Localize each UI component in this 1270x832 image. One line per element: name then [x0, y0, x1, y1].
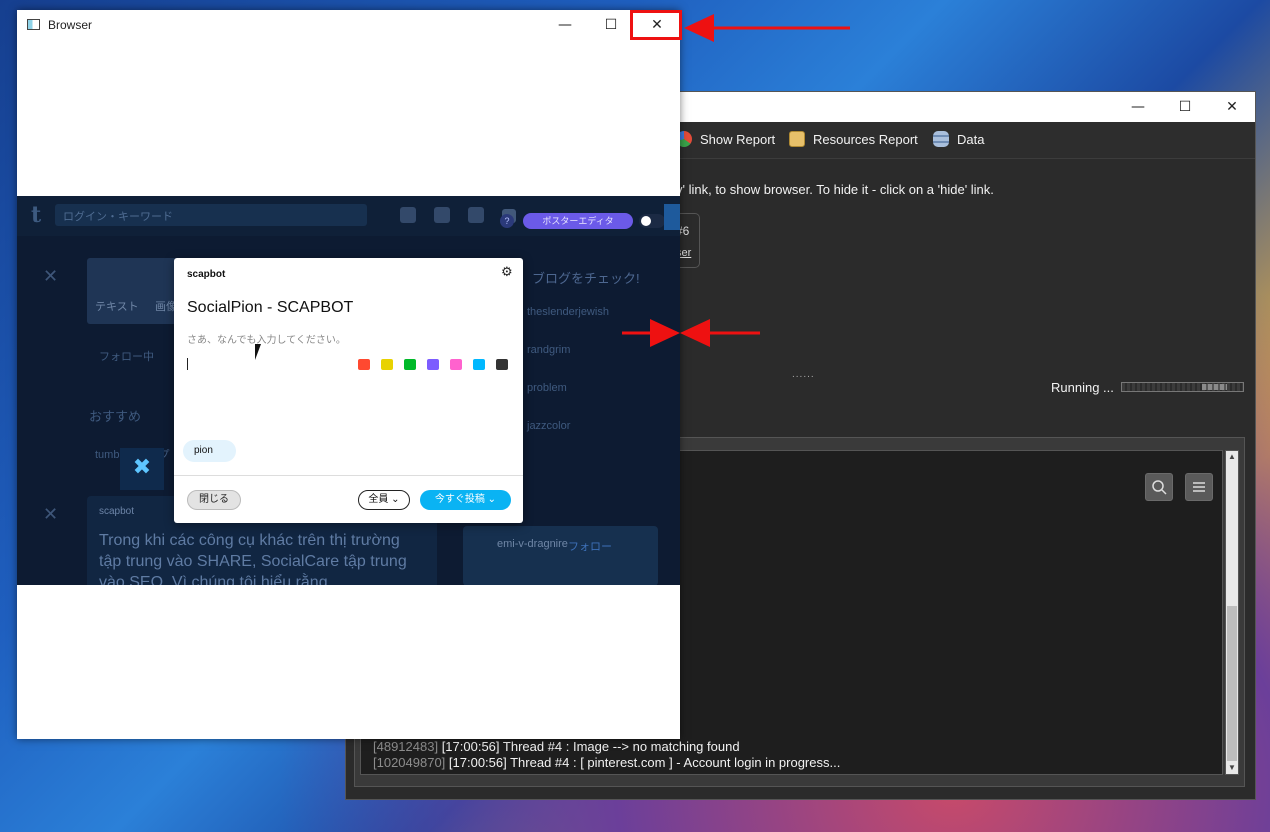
compose-dialog: scapbot ⚙ SocialPion - SCAPBOT さあ、なんでも入力…: [174, 258, 523, 523]
search-icon[interactable]: [1145, 473, 1173, 501]
divider-icon[interactable]: [496, 359, 508, 370]
audience-select[interactable]: 全員 ⌄: [358, 490, 410, 510]
resources-report-label: Resources Report: [813, 131, 918, 147]
scrollbar-thumb[interactable]: [1227, 606, 1237, 761]
log-line-id: [48912483]: [373, 739, 439, 754]
scroll-down-icon[interactable]: ▼: [1227, 763, 1237, 773]
inbox-icon[interactable]: [468, 207, 484, 223]
mouse-pointer-icon: [255, 344, 267, 360]
show-report-label: Show Report: [700, 131, 776, 147]
post-editor-pill[interactable]: ポスターエディタ: [523, 213, 633, 229]
link-icon[interactable]: [404, 359, 416, 370]
data-button[interactable]: Data: [933, 131, 984, 147]
theme-toggle[interactable]: [639, 214, 665, 228]
text-post-chip[interactable]: テキスト: [95, 298, 139, 314]
info-text: v' link, to show browser. To hide it - c…: [676, 182, 994, 197]
log-line: [48912483] [17:00:56] Thread #4 : Image …: [373, 739, 740, 754]
side-blog-1[interactable]: theslenderjewish: [527, 306, 609, 318]
minimize-icon[interactable]: —: [1115, 92, 1161, 122]
compose-title[interactable]: SocialPion - SCAPBOT: [187, 299, 353, 317]
video-icon[interactable]: [450, 359, 462, 370]
gif-icon[interactable]: [381, 359, 393, 370]
tumblr-page: t ログイン・キーワード ? ポスターエディタ ✕ ✕ テキスト 画像 フォロー…: [17, 196, 680, 585]
post-avatar-icon: ✕: [43, 504, 59, 525]
close-button-highlight: [630, 10, 682, 40]
card-username[interactable]: emi-v-dragnire: [497, 538, 568, 550]
post-now-button[interactable]: 今すぐ投稿 ⌄: [420, 490, 511, 510]
compose-blog-name[interactable]: scapbot: [187, 269, 225, 280]
log-line-id: [102049870]: [373, 755, 446, 770]
home-icon[interactable]: [400, 207, 416, 223]
card-follow-link[interactable]: フォロー: [568, 538, 612, 554]
log-line: [102049870] [17:00:56] Thread #4 : [ pin…: [373, 755, 840, 770]
text-caret: [187, 358, 188, 370]
data-label: Data: [957, 131, 985, 147]
check-blogs-heading: ブログをチェック!: [532, 271, 640, 286]
browser-window: Browser — ☐ ✕ t ログイン・キーワード ? ポスターエディタ ✕ …: [17, 10, 682, 739]
progress-bar: [1121, 382, 1244, 392]
compose-close-button[interactable]: 閉じる: [187, 490, 241, 510]
tag-chip[interactable]: pion: [183, 440, 236, 462]
side-blog-4[interactable]: jazzcolor: [527, 420, 570, 432]
browser-app-icon: [27, 19, 40, 30]
side-card[interactable]: emi-v-dragnire フォロー: [463, 526, 658, 585]
gear-icon[interactable]: ⚙: [501, 265, 513, 280]
tumblr-search-input[interactable]: ログイン・キーワード: [55, 204, 367, 226]
side-blog-2[interactable]: randgrim: [527, 344, 570, 356]
database-icon: [933, 131, 949, 147]
browser-title: Browser: [48, 18, 93, 32]
recommended-heading: おすすめ: [89, 409, 142, 424]
notebook-icon: [789, 131, 805, 147]
close-icon[interactable]: ✕: [1209, 92, 1255, 122]
log-line-text: [17:00:56] Thread #4 : [ pinterest.com ]…: [445, 755, 841, 770]
explore-icon[interactable]: [434, 207, 450, 223]
scapbot-logo: ✖: [120, 448, 164, 490]
tumblr-logo[interactable]: t: [31, 202, 41, 228]
log-scrollbar[interactable]: ▲ ▼: [1225, 450, 1239, 775]
help-icon[interactable]: ?: [500, 214, 514, 228]
arrow-to-close-button: [684, 14, 850, 42]
arrow-browser-edge: [622, 319, 760, 347]
maximize-icon[interactable]: ☐: [1162, 92, 1208, 122]
list-icon[interactable]: [473, 359, 485, 370]
running-status: Running ...: [1051, 380, 1114, 395]
post-type-box[interactable]: [87, 258, 177, 324]
resources-report-button[interactable]: Resources Report: [789, 131, 918, 147]
photo-icon[interactable]: [358, 359, 370, 370]
scapbot-avatar-icon: ✕: [43, 266, 59, 287]
avatar[interactable]: [664, 204, 680, 230]
post-username[interactable]: scapbot: [99, 506, 134, 517]
following-tab[interactable]: フォロー中: [99, 348, 154, 364]
menu-icon[interactable]: [1185, 473, 1213, 501]
post-now-label: 今すぐ投稿: [434, 494, 485, 505]
audio-icon[interactable]: [427, 359, 439, 370]
show-report-button[interactable]: Show Report: [676, 131, 775, 147]
scroll-up-icon[interactable]: ▲: [1227, 452, 1237, 462]
splitter-handle[interactable]: ......: [792, 369, 815, 380]
compose-divider: [174, 475, 523, 476]
browser-minimize-icon[interactable]: —: [542, 10, 588, 40]
progress-bar-fill: [1202, 384, 1227, 390]
log-line-text: [17:00:56] Thread #4 : Image --> no matc…: [438, 739, 740, 754]
browser-maximize-icon[interactable]: ☐: [588, 10, 634, 40]
toggle-knob: [641, 216, 651, 226]
browser-titlebar: Browser — ☐ ✕: [17, 10, 682, 40]
side-blog-3[interactable]: problem: [527, 382, 567, 394]
post-body: Trong khi các công cụ khác trên thị trườ…: [99, 532, 407, 585]
audience-label: 全員: [368, 494, 389, 505]
